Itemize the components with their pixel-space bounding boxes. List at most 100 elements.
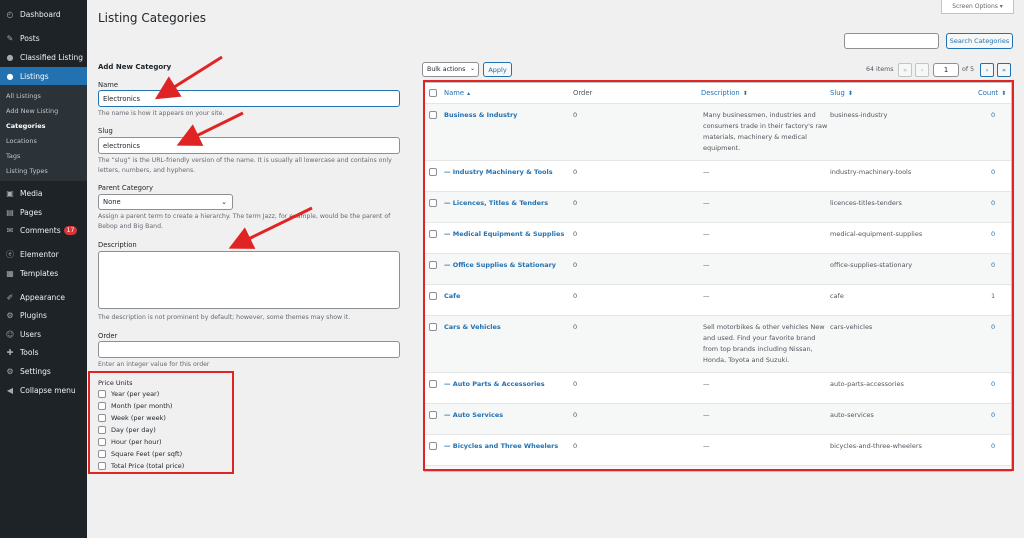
- sidebar-item-label: Tools: [20, 347, 39, 357]
- sidebar-item-listings[interactable]: ● Listings: [0, 67, 87, 85]
- sidebar-item-templates[interactable]: ▦ Templates: [0, 264, 87, 282]
- order-label: Order: [98, 332, 118, 340]
- first-page-button[interactable]: «: [898, 63, 912, 77]
- parent-select[interactable]: None ⌄: [98, 194, 233, 210]
- listings-submenu: All Listings Add New Listing Categories Loc…: [0, 85, 87, 181]
- submenu-item-tags[interactable]: Tags: [6, 152, 20, 160]
- price-unit-checkbox[interactable]: [98, 426, 106, 434]
- price-unit-option[interactable]: Week (per week): [98, 414, 166, 422]
- pages-icon: ▤: [6, 207, 14, 217]
- location-icon: ●: [6, 71, 14, 81]
- sidebar-item-tools[interactable]: ✚ Tools: [0, 343, 87, 361]
- plugins-icon: ⚙: [6, 310, 14, 320]
- name-input[interactable]: Electronics: [98, 90, 400, 107]
- submenu-item-locations[interactable]: Locations: [6, 137, 37, 145]
- price-unit-option[interactable]: Month (per month): [98, 402, 172, 410]
- form-heading: Add New Category: [98, 63, 172, 71]
- parent-hint-2: Bebop and Big Band.: [98, 223, 163, 230]
- chevron-down-icon: ⌄: [221, 198, 227, 206]
- sidebar-item-label: Users: [20, 329, 42, 339]
- next-page-button[interactable]: ›: [980, 63, 994, 77]
- price-unit-label: Month (per month): [111, 402, 173, 410]
- sidebar-item-pages[interactable]: ▤ Pages: [0, 203, 87, 221]
- settings-icon: ⚙: [6, 366, 14, 376]
- collapse-icon: ◀: [6, 385, 14, 395]
- pin-icon: ✎: [6, 33, 14, 43]
- price-unit-checkbox[interactable]: [98, 390, 106, 398]
- appearance-icon: ✐: [6, 292, 14, 302]
- sidebar-item-plugins[interactable]: ⚙ Plugins: [0, 306, 87, 324]
- description-hint: The description is not prominent by defa…: [98, 314, 351, 321]
- elementor-icon: ⓔ: [6, 249, 14, 259]
- search-categories-button[interactable]: Search Categories: [946, 33, 1013, 49]
- description-label: Description: [98, 241, 137, 249]
- bulk-actions-select[interactable]: Bulk actions ⌄: [422, 62, 479, 77]
- table-highlight: [423, 80, 1014, 471]
- name-label: Name: [98, 81, 119, 89]
- sidebar-item-label: Dashboard: [20, 9, 61, 19]
- sidebar-item-media[interactable]: ▣ Media: [0, 184, 87, 202]
- price-unit-option[interactable]: Day (per day): [98, 426, 156, 434]
- description-textarea[interactable]: [98, 251, 400, 309]
- slug-hint-2: letters, numbers, and hyphens.: [98, 167, 196, 174]
- location-icon: ●: [6, 52, 14, 62]
- sidebar-item-users[interactable]: ☺ Users: [0, 325, 87, 343]
- apply-button[interactable]: Apply: [483, 62, 512, 77]
- price-unit-label: Year (per year): [111, 390, 160, 398]
- sidebar-item-settings[interactable]: ⚙ Settings: [0, 362, 87, 380]
- price-unit-checkbox[interactable]: [98, 462, 106, 470]
- submenu-item-listing-types[interactable]: Listing Types: [6, 167, 48, 175]
- items-count: 64 items: [866, 66, 894, 73]
- sidebar-item-posts[interactable]: ✎ Posts: [0, 29, 87, 47]
- price-unit-checkbox[interactable]: [98, 450, 106, 458]
- sidebar-item-label: Pages: [20, 207, 43, 217]
- price-unit-option[interactable]: Square Feet (per sqft): [98, 450, 182, 458]
- sidebar-item-label: Listings: [20, 71, 49, 81]
- submenu-item-categories[interactable]: Categories: [6, 122, 46, 130]
- search-input[interactable]: [844, 33, 939, 49]
- page-of-label: of 5: [962, 66, 975, 73]
- sidebar-item-label: Templates: [20, 268, 59, 278]
- parent-label: Parent Category: [98, 184, 153, 192]
- current-page-input[interactable]: 1: [933, 63, 959, 77]
- chevron-down-icon: ⌄: [469, 65, 475, 72]
- price-unit-label: Total Price (total price): [111, 462, 185, 470]
- sidebar-item-label: Plugins: [20, 310, 47, 320]
- price-unit-checkbox[interactable]: [98, 414, 106, 422]
- prev-page-button[interactable]: ‹: [915, 63, 929, 77]
- sidebar-item-label: Comments: [20, 225, 61, 235]
- slug-input[interactable]: electronics: [98, 137, 400, 154]
- price-unit-label: Week (per week): [111, 414, 166, 422]
- price-unit-option[interactable]: Year (per year): [98, 390, 159, 398]
- sidebar-item-comments[interactable]: ✉ Comments 17: [0, 221, 87, 239]
- admin-sidebar: ◴ Dashboard ✎ Posts ● Classified Listing ● List…: [0, 0, 87, 538]
- submenu-item-all-listings[interactable]: All Listings: [6, 92, 41, 100]
- price-unit-label: Day (per day): [111, 426, 156, 434]
- sidebar-item-classified-listing[interactable]: ● Classified Listing: [0, 48, 87, 66]
- sidebar-item-label: Posts: [20, 33, 40, 43]
- sidebar-item-appearance[interactable]: ✐ Appearance: [0, 288, 87, 306]
- tools-icon: ✚: [6, 347, 14, 357]
- bulk-actions-label: Bulk actions: [427, 66, 466, 73]
- sidebar-item-dashboard[interactable]: ◴ Dashboard: [0, 5, 87, 23]
- comments-count-badge: 17: [63, 225, 78, 235]
- price-unit-checkbox[interactable]: [98, 438, 106, 446]
- sidebar-item-label: Settings: [20, 366, 51, 376]
- parent-select-value: None: [103, 198, 121, 206]
- last-page-button[interactable]: »: [997, 63, 1011, 77]
- page-title: Listing Categories: [98, 11, 207, 25]
- comments-icon: ✉: [6, 225, 14, 235]
- screen-options-button[interactable]: Screen Options ▾: [941, 0, 1014, 14]
- templates-icon: ▦: [6, 268, 14, 278]
- price-unit-option[interactable]: Total Price (total price): [98, 462, 184, 470]
- slug-hint: The “slug” is the URL-friendly version o…: [98, 157, 392, 164]
- order-input[interactable]: [98, 341, 400, 358]
- price-unit-option[interactable]: Hour (per hour): [98, 438, 162, 446]
- submenu-item-add-new-listing[interactable]: Add New Listing: [6, 107, 58, 115]
- dashboard-icon: ◴: [6, 9, 14, 19]
- sidebar-item-collapse-menu[interactable]: ◀ Collapse menu: [0, 381, 87, 399]
- price-unit-checkbox[interactable]: [98, 402, 106, 410]
- sidebar-item-elementor[interactable]: ⓔ Elementor: [0, 245, 87, 263]
- price-unit-label: Hour (per hour): [111, 438, 162, 446]
- slug-label: Slug: [98, 127, 113, 135]
